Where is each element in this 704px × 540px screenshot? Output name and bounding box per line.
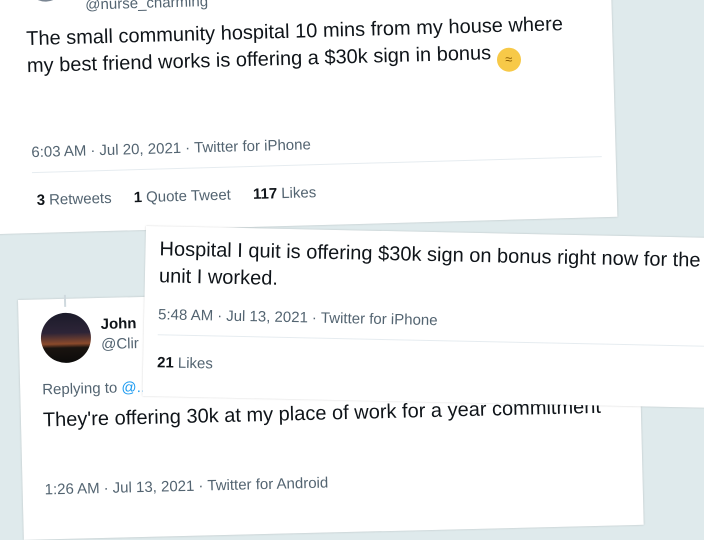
tweet-text-content: The small community hospital 10 mins fro…	[25, 13, 564, 78]
likes-label: Likes	[177, 354, 214, 373]
tweet-date[interactable]: Jul 13, 2021	[226, 308, 308, 327]
tweet-stats: 21 Likes	[157, 354, 231, 373]
likes-stat[interactable]: 21 Likes	[157, 354, 213, 372]
tweet-card-2: Hospital I quit is offering $30k sign on…	[142, 226, 704, 409]
tweet-source[interactable]: Twitter for Android	[207, 474, 328, 494]
retweets-label: Retweets	[48, 189, 112, 209]
user-name[interactable]: John	[100, 315, 136, 333]
separator: ·	[103, 479, 109, 497]
user-handle[interactable]: @Clir	[101, 335, 139, 353]
separator: ·	[184, 139, 191, 157]
tweet-meta: 6:03 AM · Jul 20, 2021 · Twitter for iPhone	[31, 136, 311, 161]
divider	[31, 156, 602, 174]
user-handle[interactable]: @nurse_charming	[85, 0, 208, 14]
tweet-date[interactable]: Jul 13, 2021	[112, 478, 194, 497]
quotes-count: 1	[133, 189, 143, 207]
tweet-card-1: @nurse_charming The small community hosp…	[0, 0, 618, 235]
separator: ·	[198, 477, 204, 495]
tweet-text: Hospital I quit is offering $30k sign on…	[158, 238, 701, 290]
retweets-stat[interactable]: 3 Retweets	[37, 190, 112, 209]
separator: ·	[216, 307, 223, 325]
tweet-stats: 3 Retweets 1 Quote Tweet 117 Likes	[37, 184, 335, 209]
tweet-source[interactable]: Twitter for iPhone	[321, 310, 438, 329]
likes-count: 117	[252, 185, 278, 203]
tweet-meta: 1:26 AM · Jul 13, 2021 · Twitter for Android	[44, 474, 328, 498]
tweet-time[interactable]: 6:03 AM	[31, 143, 87, 162]
quotes-label: Quote Tweet	[145, 186, 232, 206]
avatar[interactable]	[26, 0, 66, 3]
thread-line	[63, 294, 67, 307]
tweet-date[interactable]: Jul 20, 2021	[99, 140, 181, 159]
divider	[157, 334, 704, 347]
retweets-count: 3	[36, 191, 46, 209]
replying-label: Replying to	[41, 379, 118, 399]
tweet-time[interactable]: 5:48 AM	[158, 306, 213, 324]
separator: ·	[311, 309, 318, 327]
likes-label: Likes	[280, 184, 317, 203]
quote-tweets-stat[interactable]: 1 Quote Tweet	[134, 187, 232, 207]
separator: ·	[90, 142, 96, 160]
woozy-face-icon: ≈	[496, 47, 522, 73]
tweet-text: The small community hospital 10 mins fro…	[26, 11, 587, 86]
tweet-source[interactable]: Twitter for iPhone	[194, 136, 311, 156]
tweet-time[interactable]: 1:26 AM	[44, 480, 99, 498]
likes-stat[interactable]: 117 Likes	[253, 184, 317, 203]
avatar[interactable]	[40, 312, 92, 364]
tweet-meta: 5:48 AM · Jul 13, 2021 · Twitter for iPhone	[158, 306, 438, 329]
likes-count: 21	[156, 354, 175, 372]
replying-to: Replying to @...	[42, 379, 149, 399]
